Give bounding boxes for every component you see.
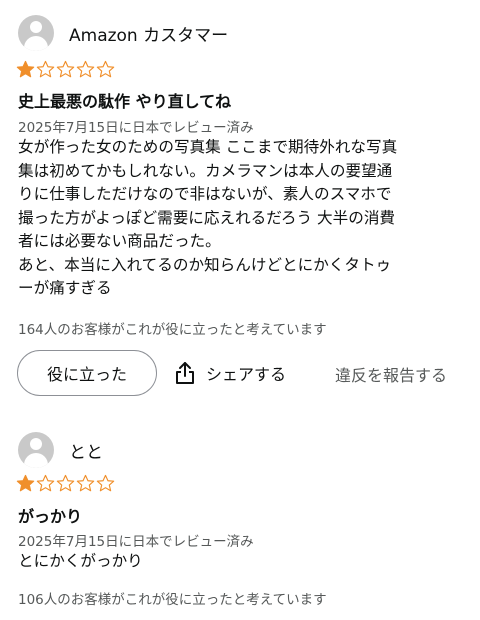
review-title[interactable]: がっかり <box>18 503 82 527</box>
star-filled-icon <box>16 60 35 78</box>
helpful-count: 164人のお客様がこれが役に立ったと考えています <box>18 322 327 338</box>
share-icon <box>176 362 194 384</box>
avatar <box>18 15 54 51</box>
avatar <box>18 432 54 468</box>
star-empty-icon <box>76 60 95 78</box>
reviewer-profile[interactable]: Amazon カスタマー <box>18 15 228 51</box>
star-empty-icon <box>36 60 55 78</box>
review-body-line: 者には必要ない商品だった。 <box>18 232 221 250</box>
share-label: シェアする <box>206 365 287 384</box>
star-empty-icon <box>96 60 115 78</box>
star-rating <box>16 474 116 493</box>
helpful-button[interactable]: 役に立った <box>17 350 157 396</box>
reviewer-name: Amazon カスタマー <box>69 25 229 46</box>
review-body-line: りに仕事しただけなので非はないが、素人のスマホで <box>18 185 392 203</box>
review-date: 2025年7月15日に日本でレビュー済み <box>18 120 254 136</box>
review-body-line: ーが痛すぎる <box>18 279 112 297</box>
report-abuse-link[interactable]: 違反を報告する <box>335 362 447 386</box>
review-body: 女が作った女のための写真集 ここまで期待外れな写真 集は初めてかもしれない。カメ… <box>18 136 468 301</box>
share-button[interactable]: シェアする <box>174 361 286 385</box>
review-body-line: 集は初めてかもしれない。カメラマンは本人の要望通 <box>18 161 393 180</box>
star-filled-icon <box>16 474 35 492</box>
star-empty-icon <box>56 60 75 78</box>
star-empty-icon <box>76 474 95 492</box>
review-body-line: あと、本当に入れてるのか知らんけどとにかくタトゥ <box>18 255 392 274</box>
reviewer-profile[interactable]: とと <box>18 432 103 468</box>
review-title[interactable]: 史上最悪の駄作 やり直してね <box>18 88 231 112</box>
review-body-line: 撮った方がよっぽど需要に応えれるだろう 大半の消費 <box>18 208 396 227</box>
review-body-line: とにかくがっかり <box>18 552 143 570</box>
review-body-line: 女が作った女のための写真集 ここまで期待外れな写真 <box>18 138 398 156</box>
star-empty-icon <box>96 474 115 492</box>
review-body: とにかくがっかり <box>18 550 468 574</box>
star-empty-icon <box>36 474 55 492</box>
star-rating <box>16 60 116 79</box>
helpful-count: 106人のお客様がこれが役に立ったと考えています <box>18 592 327 608</box>
reviewer-name: とと <box>69 442 103 463</box>
review-date: 2025年7月15日に日本でレビュー済み <box>18 534 254 550</box>
star-empty-icon <box>56 474 75 492</box>
